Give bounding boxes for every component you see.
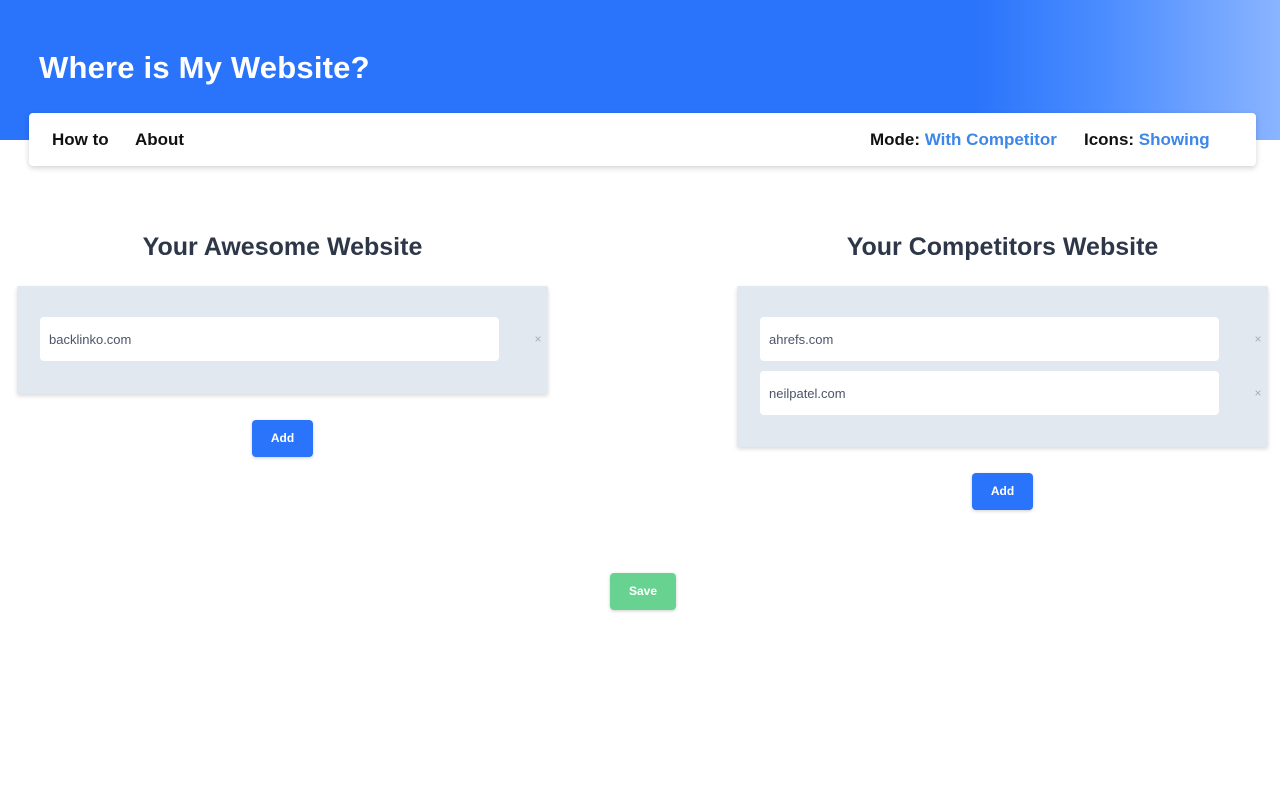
competitor-row: × [760, 371, 1268, 415]
icons-toggle[interactable]: Showing [1139, 130, 1210, 149]
your-website-panel: × [17, 286, 548, 394]
your-website-input[interactable] [40, 317, 499, 361]
icons-label: Icons: [1084, 130, 1135, 149]
remove-icon[interactable]: × [1250, 384, 1266, 402]
competitor-input-2[interactable] [760, 371, 1219, 415]
app-title: Where is My Website? [39, 50, 370, 85]
site-row: × [40, 317, 548, 361]
add-competitor-button[interactable]: Add [972, 473, 1033, 510]
mode-status: Mode: With Competitor [870, 130, 1057, 150]
competitors-panel: × × [737, 286, 1268, 447]
competitor-input-1[interactable] [760, 317, 1219, 361]
mode-toggle[interactable]: With Competitor [925, 130, 1057, 149]
remove-icon[interactable]: × [1250, 330, 1266, 348]
competitors-heading: Your Competitors Website [846, 233, 1159, 261]
nav-link-about[interactable]: About [135, 130, 184, 150]
navbar: How to About Mode: With Competitor Icons… [29, 113, 1256, 166]
icons-status: Icons: Showing [1084, 130, 1210, 150]
mode-label: Mode: [870, 130, 921, 149]
nav-link-how-to[interactable]: How to [52, 130, 109, 150]
save-button[interactable]: Save [610, 573, 676, 610]
remove-icon[interactable]: × [530, 330, 546, 348]
your-website-heading: Your Awesome Website [142, 233, 423, 261]
competitor-row: × [760, 317, 1268, 361]
add-your-website-button[interactable]: Add [252, 420, 313, 457]
